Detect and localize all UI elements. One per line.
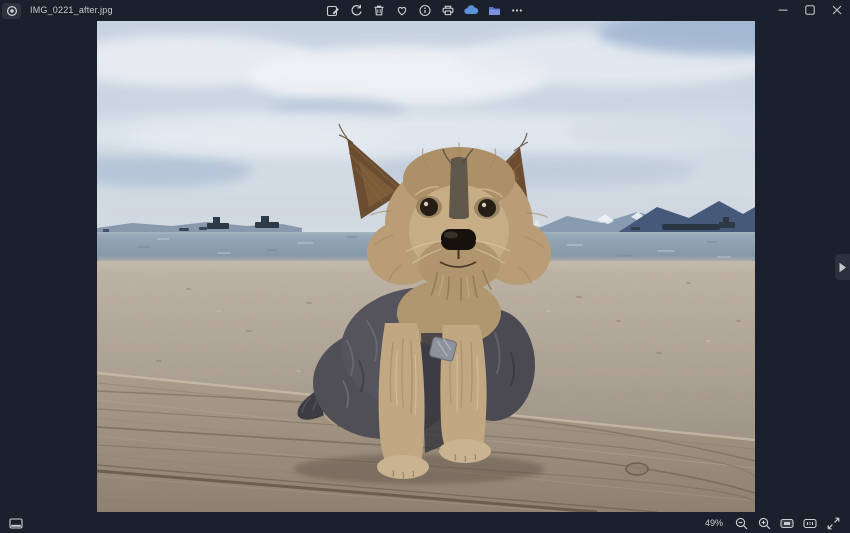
edit-icon [327, 4, 340, 17]
zoom-in-icon [758, 517, 771, 530]
print-icon [442, 4, 455, 17]
window-controls [769, 0, 850, 20]
photos-logo-icon [6, 5, 18, 17]
photos-app-window: IMG_0221_after.jpg [0, 0, 850, 533]
photo-dog-on-beach [97, 21, 755, 512]
next-arrow-icon [838, 262, 847, 273]
viewer-canvas[interactable] [0, 20, 850, 513]
see-more-button[interactable] [510, 2, 525, 18]
status-bar: 49% [0, 513, 850, 533]
minimize-icon [778, 5, 788, 15]
title-bar: IMG_0221_after.jpg [0, 0, 850, 20]
zoom-level: 49% [705, 518, 723, 528]
onedrive-cloud-icon [464, 4, 479, 17]
heart-icon [396, 4, 409, 17]
zoom-out-button[interactable] [733, 515, 749, 531]
file-title: IMG_0221_after.jpg [30, 5, 113, 15]
photos-app-icon[interactable] [2, 3, 21, 19]
see-more-icon [511, 4, 524, 17]
folder-icon [487, 4, 501, 17]
edit-image-button[interactable] [326, 2, 341, 18]
info-icon [419, 4, 432, 17]
maximize-icon [805, 5, 815, 15]
zoom-in-button[interactable] [756, 515, 772, 531]
file-info-button[interactable] [418, 2, 433, 18]
next-image-button[interactable] [835, 254, 850, 280]
filmstrip-toggle-button[interactable] [8, 515, 24, 531]
image-toolbar [326, 0, 525, 20]
filmstrip-icon [9, 517, 23, 530]
fit-to-window-button[interactable] [779, 515, 795, 531]
fullscreen-button[interactable] [825, 515, 841, 531]
onedrive-button[interactable] [464, 2, 479, 18]
open-folder-button[interactable] [487, 2, 502, 18]
actual-size-button[interactable] [802, 515, 818, 531]
zoom-out-icon [735, 517, 748, 530]
fit-to-window-icon [780, 517, 794, 530]
rotate-icon [350, 4, 363, 17]
maximize-button[interactable] [796, 0, 823, 20]
rotate-button[interactable] [349, 2, 364, 18]
fullscreen-icon [827, 517, 840, 530]
print-button[interactable] [441, 2, 456, 18]
delete-icon [373, 4, 386, 17]
actual-size-icon [803, 517, 817, 530]
minimize-button[interactable] [769, 0, 796, 20]
delete-button[interactable] [372, 2, 387, 18]
close-icon [832, 5, 842, 15]
close-button[interactable] [823, 0, 850, 20]
favorite-button[interactable] [395, 2, 410, 18]
